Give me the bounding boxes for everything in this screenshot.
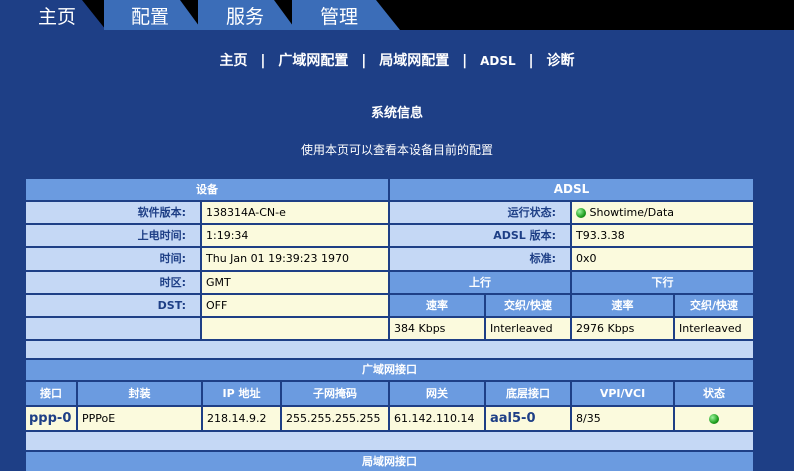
software-version-label: 软件版本: [26, 202, 200, 223]
green-status-icon [709, 414, 719, 424]
down-mode-value: Interleaved [675, 318, 753, 339]
wan-col-gateway: 网关 [390, 382, 484, 405]
page-title: 系统信息 [370, 106, 423, 121]
empty-cell [202, 318, 388, 339]
device-header: 设备 [26, 179, 388, 200]
wan-lower-interface-link[interactable]: aal5-0 [486, 407, 570, 430]
dst-value: OFF [202, 295, 388, 316]
run-status-value: Showtime/Data [572, 202, 753, 223]
up-mode-header: 交织/快速 [486, 295, 570, 316]
wan-interface-header: 广域网接口 [26, 360, 753, 380]
time-value: Thu Jan 01 19:39:23 1970 [202, 248, 388, 270]
up-rate-header: 速率 [390, 295, 484, 316]
tab-management[interactable]: 管理 [292, 0, 400, 30]
subnav-adsl[interactable]: ADSL [480, 54, 516, 68]
wan-vpivci-value: 8/35 [572, 407, 673, 430]
time-label: 时间: [26, 248, 200, 270]
downstream-header: 下行 [572, 272, 753, 293]
top-tab-bar: 主页 配置 服务 管理 [0, 0, 794, 30]
wan-encap-value: PPPoE [78, 407, 201, 430]
wan-col-ip: IP 地址 [203, 382, 280, 405]
dst-label: DST: [26, 295, 200, 316]
upstream-header: 上行 [390, 272, 570, 293]
wan-gateway-value: 61.142.110.14 [390, 407, 484, 430]
standard-label: 标准: [390, 248, 570, 270]
wan-col-vpivci: VPI/VCI [572, 382, 673, 405]
lan-interface-header: 局域网接口 [26, 452, 753, 471]
empty-cell [26, 318, 200, 339]
wan-col-mask: 子网掩码 [282, 382, 388, 405]
down-rate-header: 速率 [572, 295, 673, 316]
subnav-diagnostics[interactable]: 诊断 [547, 53, 575, 69]
wan-col-status: 状态 [675, 382, 753, 405]
up-mode-value: Interleaved [486, 318, 570, 339]
page-description: 使用本页可以查看本设备目前的配置 [300, 143, 493, 157]
standard-value: 0x0 [572, 248, 753, 270]
adsl-version-label: ADSL 版本: [390, 225, 570, 246]
down-mode-header: 交织/快速 [675, 295, 753, 316]
subnav-home[interactable]: 主页 [219, 53, 247, 69]
up-rate-value: 384 Kbps [390, 318, 484, 339]
uptime-label: 上电时间: [26, 225, 200, 246]
separator: | [361, 53, 367, 69]
spacer-row [26, 432, 753, 450]
wan-status-cell [675, 407, 753, 430]
wan-mask-value: 255.255.255.255 [282, 407, 388, 430]
wan-ip-value: 218.14.9.2 [203, 407, 280, 430]
separator: | [528, 53, 534, 69]
down-rate-value: 2976 Kbps [572, 318, 673, 339]
software-version-value: 138314A-CN-e [202, 202, 388, 223]
wan-interface-link[interactable]: ppp-0 [26, 407, 76, 430]
timezone-value: GMT [202, 272, 388, 293]
uptime-value: 1:19:34 [202, 225, 388, 246]
run-status-label: 运行状态: [390, 202, 570, 223]
subnav-wan-config[interactable]: 广域网配置 [278, 53, 348, 69]
timezone-label: 时区: [26, 272, 200, 293]
separator: | [260, 53, 266, 69]
tab-services[interactable]: 服务 [198, 0, 296, 30]
adsl-version-value: T93.3.38 [572, 225, 753, 246]
green-status-icon [576, 208, 586, 218]
wan-col-lower-interface: 底层接口 [486, 382, 570, 405]
sub-navigation: 主页 | 广域网配置 | 局域网配置 | ADSL | 诊断 [0, 50, 794, 70]
spacer-row [26, 341, 753, 358]
tab-config[interactable]: 配置 [104, 0, 202, 30]
tab-home[interactable]: 主页 [0, 0, 108, 30]
wan-col-encap: 封装 [78, 382, 201, 405]
wan-col-interface: 接口 [26, 382, 76, 405]
subnav-lan-config[interactable]: 局域网配置 [379, 53, 449, 69]
adsl-header: ADSL [390, 179, 753, 200]
separator: | [462, 53, 468, 69]
